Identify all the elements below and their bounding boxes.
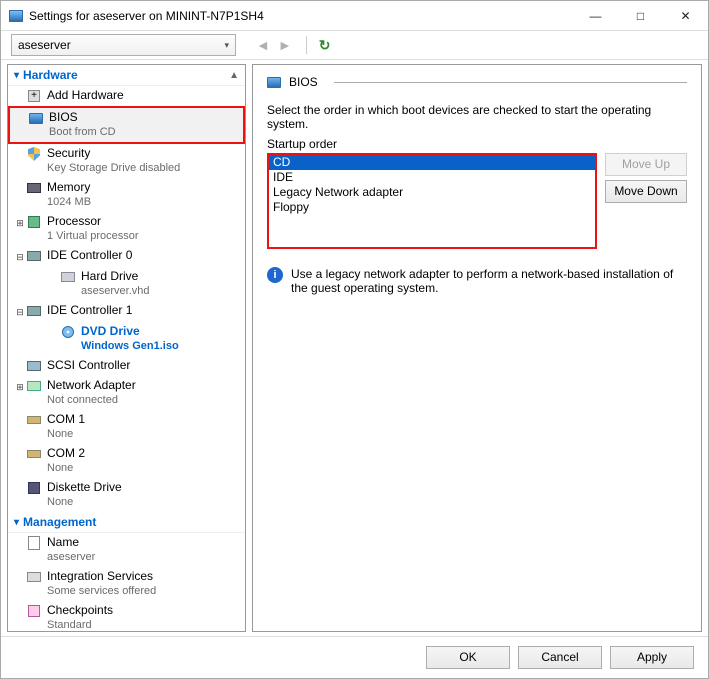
- tree-integration[interactable]: Integration Services Some services offer…: [8, 567, 245, 601]
- vm-dropdown-value: aseserver: [18, 38, 71, 52]
- monitor-icon: [267, 77, 281, 88]
- nav-arrows: ◄ ►: [254, 37, 294, 53]
- harddrive-icon: [60, 269, 76, 285]
- refresh-button[interactable]: ↻: [319, 37, 331, 54]
- startup-order-label: Startup order: [267, 137, 687, 151]
- settings-tree[interactable]: ▾ Hardware ▲ + Add Hardware BIOS Boot fr…: [8, 65, 245, 631]
- pane-title-row: BIOS: [267, 75, 687, 89]
- move-buttons: Move Up Move Down: [605, 153, 687, 249]
- dialog-buttons: OK Cancel Apply: [1, 636, 708, 678]
- window-title: Settings for aseserver on MININT-N7P1SH4: [23, 9, 573, 23]
- settings-tree-panel: ▾ Hardware ▲ + Add Hardware BIOS Boot fr…: [7, 64, 246, 632]
- chevron-down-icon: ▾: [224, 40, 229, 51]
- network-icon: [26, 378, 42, 394]
- details-pane: BIOS Select the order in which boot devi…: [252, 64, 702, 632]
- tree-network-adapter[interactable]: ⊞ Network Adapter Not connected: [8, 376, 245, 410]
- memory-icon: [26, 180, 42, 196]
- minimize-button[interactable]: —: [573, 1, 618, 30]
- section-management[interactable]: ▾ Management: [8, 512, 245, 533]
- tree-dvd[interactable]: DVD Drive Windows Gen1.iso: [8, 322, 245, 356]
- tree-memory[interactable]: Memory 1024 MB: [8, 178, 245, 212]
- listbox-option-cd[interactable]: CD: [269, 155, 595, 170]
- startup-order-listbox[interactable]: CD IDE Legacy Network adapter Floppy: [267, 153, 597, 249]
- checkpoints-icon: [26, 603, 42, 619]
- info-text: Use a legacy network adapter to perform …: [291, 267, 687, 295]
- nav-back-button[interactable]: ◄: [254, 37, 272, 53]
- tree-scsi[interactable]: SCSI Controller: [8, 356, 245, 376]
- move-up-button[interactable]: Move Up: [605, 153, 687, 176]
- move-down-button[interactable]: Move Down: [605, 180, 687, 203]
- tree-com2[interactable]: COM 2 None: [8, 444, 245, 478]
- chevron-down-icon: ▾: [14, 70, 19, 81]
- dvd-icon: [60, 324, 76, 340]
- controller-icon: [26, 248, 42, 264]
- section-hardware-label: Hardware: [23, 68, 78, 82]
- toolbar: aseserver ▾ ◄ ► ↻: [1, 31, 708, 59]
- collapse-icon[interactable]: ⊟: [14, 248, 26, 265]
- pane-description: Select the order in which boot devices a…: [267, 103, 687, 131]
- collapse-icon[interactable]: ⊟: [14, 303, 26, 320]
- monitor-icon: [28, 110, 44, 126]
- tree-harddrive[interactable]: Hard Drive aseserver.vhd: [8, 267, 245, 301]
- toolbar-divider: [306, 36, 307, 54]
- title-divider: [334, 82, 687, 83]
- listbox-option-legacy-net[interactable]: Legacy Network adapter: [269, 185, 595, 200]
- tree-name[interactable]: Name aseserver: [8, 533, 245, 567]
- scsi-icon: [26, 358, 42, 374]
- info-icon: i: [267, 267, 283, 283]
- scroll-up-icon: ▲: [229, 70, 239, 81]
- add-hardware-icon: +: [26, 88, 42, 104]
- close-button[interactable]: ✕: [663, 1, 708, 30]
- tree-bios-label: BIOS: [49, 110, 116, 125]
- app-icon: [9, 10, 23, 22]
- shield-icon: [26, 146, 42, 162]
- cpu-icon: [26, 214, 42, 230]
- integration-icon: [26, 569, 42, 585]
- titlebar: Settings for aseserver on MININT-N7P1SH4…: [1, 1, 708, 31]
- section-hardware[interactable]: ▾ Hardware ▲: [8, 65, 245, 86]
- expand-icon[interactable]: ⊞: [14, 378, 26, 395]
- cancel-button[interactable]: Cancel: [518, 646, 602, 669]
- vm-dropdown[interactable]: aseserver ▾: [11, 34, 236, 56]
- name-icon: [26, 535, 42, 551]
- body: ▾ Hardware ▲ + Add Hardware BIOS Boot fr…: [1, 59, 708, 636]
- startup-order-row: CD IDE Legacy Network adapter Floppy Mov…: [267, 153, 687, 249]
- tree-security[interactable]: Security Key Storage Drive disabled: [8, 144, 245, 178]
- listbox-option-floppy[interactable]: Floppy: [269, 200, 595, 215]
- floppy-icon: [26, 480, 42, 496]
- tree-bios-sub: Boot from CD: [49, 125, 116, 140]
- tree-com1[interactable]: COM 1 None: [8, 410, 245, 444]
- tree-ide1[interactable]: ⊟ IDE Controller 1: [8, 301, 245, 322]
- pane-title: BIOS: [289, 75, 318, 89]
- listbox-option-ide[interactable]: IDE: [269, 170, 595, 185]
- ok-button[interactable]: OK: [426, 646, 510, 669]
- tree-processor[interactable]: ⊞ Processor 1 Virtual processor: [8, 212, 245, 246]
- tree-diskette[interactable]: Diskette Drive None: [8, 478, 245, 512]
- nav-forward-button[interactable]: ►: [276, 37, 294, 53]
- section-management-label: Management: [23, 515, 96, 529]
- controller-icon: [26, 303, 42, 319]
- com-port-icon: [26, 412, 42, 428]
- settings-window: Settings for aseserver on MININT-N7P1SH4…: [0, 0, 709, 679]
- tree-add-hardware[interactable]: + Add Hardware: [8, 86, 245, 106]
- maximize-button[interactable]: □: [618, 1, 663, 30]
- com-port-icon: [26, 446, 42, 462]
- tree-ide0[interactable]: ⊟ IDE Controller 0: [8, 246, 245, 267]
- expand-icon[interactable]: ⊞: [14, 214, 26, 231]
- tree-bios[interactable]: BIOS Boot from CD: [8, 106, 245, 144]
- apply-button[interactable]: Apply: [610, 646, 694, 669]
- info-note: i Use a legacy network adapter to perfor…: [267, 267, 687, 295]
- tree-checkpoints[interactable]: Checkpoints Standard: [8, 601, 245, 631]
- chevron-down-icon: ▾: [14, 517, 19, 528]
